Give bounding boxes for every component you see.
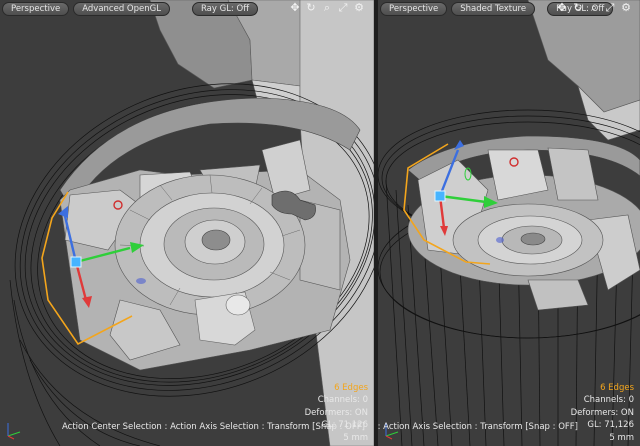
deformers-status: Deformers: ON <box>570 407 634 418</box>
channels-count: Channels: 0 <box>317 395 368 405</box>
maximize-view-icon[interactable]: ⤢ <box>604 2 616 14</box>
channels-count: Channels: 0 <box>583 395 634 405</box>
modo-viewports: Perspective Advanced OpenGL Ray GL: Off … <box>0 0 640 446</box>
viewport-stats: 6 Edges Channels: 0 Deformers: ON GL: 71… <box>305 382 368 445</box>
gl-poly-count: GL: 71,126 <box>321 420 368 430</box>
right-viewport-scene[interactable] <box>378 0 640 446</box>
move-view-icon[interactable]: ✥ <box>556 2 568 14</box>
gl-poly-count: GL: 71,126 <box>587 420 634 430</box>
move-view-icon[interactable]: ✥ <box>289 2 301 14</box>
left-viewport-nav-icons: ✥ ↻ ⌕ ⤢ ⚙ <box>289 2 365 14</box>
viewport-options-icon[interactable]: ⚙ <box>620 2 632 14</box>
viewport-stats: 6 Edges Channels: 0 Deformers: ON GL: 71… <box>571 382 634 445</box>
selection-count: 6 Edges <box>334 382 368 393</box>
rotate-view-icon[interactable]: ↻ <box>305 2 317 14</box>
grid-size: 5 mm <box>343 432 368 443</box>
view-type-dropdown[interactable]: Perspective <box>380 2 448 16</box>
view-type-dropdown[interactable]: Perspective <box>2 2 70 16</box>
right-viewport[interactable]: Perspective Shaded Texture Ray GL: Off ✥… <box>378 0 640 446</box>
shading-mode-dropdown[interactable]: Advanced OpenGL <box>73 2 170 16</box>
right-viewport-nav-icons: ✥ ↻ ⌕ ⤢ ⚙ <box>556 2 632 14</box>
grid-size: 5 mm <box>609 432 634 443</box>
status-text: Action Center Selection : Action Axis Se… <box>378 422 578 432</box>
deformers-status: Deformers: ON <box>304 407 368 418</box>
selection-count: 6 Edges <box>600 382 634 393</box>
raygl-dropdown[interactable]: Ray GL: Off <box>191 2 259 16</box>
shading-mode-dropdown[interactable]: Shaded Texture <box>451 2 536 16</box>
left-viewport-scene[interactable] <box>0 0 374 446</box>
left-viewport[interactable]: Perspective Advanced OpenGL Ray GL: Off … <box>0 0 374 446</box>
axis-orientation-icon <box>7 423 21 440</box>
viewport-options-icon[interactable]: ⚙ <box>353 2 365 14</box>
zoom-view-icon[interactable]: ⌕ <box>588 2 600 14</box>
rotate-view-icon[interactable]: ↻ <box>572 2 584 14</box>
zoom-view-icon[interactable]: ⌕ <box>321 2 333 14</box>
maximize-view-icon[interactable]: ⤢ <box>337 2 349 14</box>
